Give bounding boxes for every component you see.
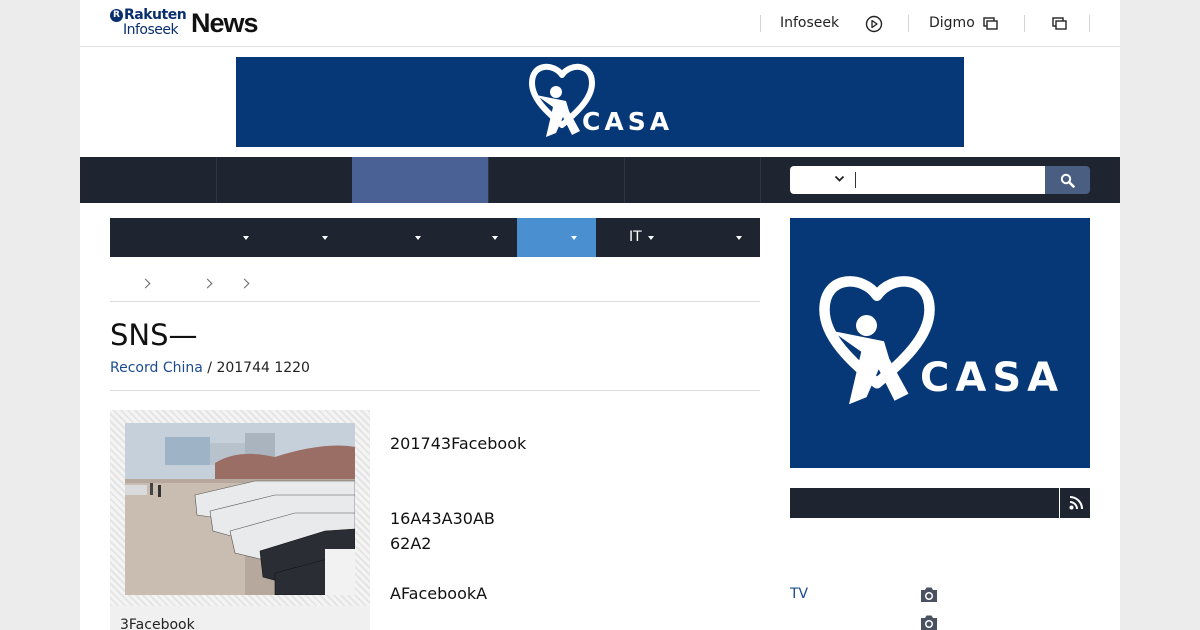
- article-byline: Record China / 201744 1220: [110, 360, 310, 376]
- casa-sidebar-ad[interactable]: CASA: [790, 218, 1090, 468]
- category-nav: [80, 157, 1120, 203]
- text-cursor: [855, 172, 856, 188]
- subcategory-nav: IT: [110, 218, 760, 257]
- dropdown-triangle-icon: [415, 236, 421, 240]
- external-window-icon[interactable]: [1052, 17, 1068, 31]
- header-divider: [1089, 15, 1090, 32]
- subnav-item-active[interactable]: [517, 218, 596, 257]
- rakuten-r-mark: R: [110, 9, 123, 22]
- camera-icon: [921, 587, 937, 602]
- article-title: SNS—: [110, 318, 198, 352]
- logo-rakuten-text: Rakuten: [124, 7, 187, 23]
- sidebar-link-tv[interactable]: TV: [790, 586, 808, 602]
- nav-item-active[interactable]: [352, 157, 489, 203]
- subnav-item[interactable]: [260, 218, 340, 257]
- search-icon: [1060, 173, 1075, 188]
- dropdown-triangle-icon: [492, 236, 498, 240]
- article-paragraph: 201743Facebook: [390, 434, 527, 453]
- header-divider: [760, 15, 761, 32]
- ranking-header-bar: [790, 488, 1090, 518]
- rakuten-infoseek-news-logo[interactable]: R Rakuten Infoseek News: [110, 7, 262, 40]
- photo-caption: 3Facebook: [120, 617, 195, 630]
- article-photo-parking-lot[interactable]: [125, 423, 355, 595]
- logo-news-text: News: [191, 8, 259, 38]
- article-paragraph: 16A43A30AB: [390, 509, 495, 528]
- camera-icon: [921, 615, 937, 630]
- article-photo-frame: [110, 410, 370, 606]
- play-circle-icon[interactable]: [865, 15, 883, 33]
- breadcrumb-chevron-icon: [202, 278, 213, 289]
- subnav-label-it: IT: [629, 229, 642, 245]
- nav-item[interactable]: [624, 157, 761, 203]
- header-link-infoseek[interactable]: Infoseek: [780, 15, 839, 31]
- subnav-item[interactable]: [425, 218, 517, 257]
- chevron-down-icon[interactable]: [834, 175, 845, 183]
- divider: [110, 390, 760, 391]
- article-source-link[interactable]: Record China: [110, 360, 203, 376]
- dropdown-triangle-icon: [322, 236, 328, 240]
- search-input[interactable]: [790, 166, 1045, 194]
- dropdown-triangle-icon: [571, 236, 577, 240]
- article-date: 201744 1220: [216, 360, 310, 376]
- header-divider: [908, 15, 909, 32]
- dropdown-triangle-icon: [736, 236, 742, 240]
- subnav-item[interactable]: [110, 218, 260, 257]
- divider: [110, 301, 760, 302]
- dropdown-triangle-icon: [648, 236, 654, 240]
- subnav-item[interactable]: [340, 218, 425, 257]
- nav-item[interactable]: [80, 157, 217, 203]
- rss-icon: [1069, 496, 1083, 510]
- nav-item[interactable]: [216, 157, 353, 203]
- external-window-icon[interactable]: [983, 17, 999, 31]
- subnav-item[interactable]: [661, 218, 760, 257]
- banner-brand-text: CASA: [582, 107, 674, 136]
- breadcrumb-chevron-icon: [239, 278, 250, 289]
- logo-infoseek-text: Infoseek: [123, 22, 179, 38]
- photo-caption-box: 3Facebook: [110, 606, 370, 630]
- search-button[interactable]: [1045, 166, 1090, 194]
- subnav-item-it[interactable]: IT: [596, 218, 661, 257]
- header-link-digmo[interactable]: Digmo: [929, 15, 975, 31]
- page: R Rakuten Infoseek News Infoseek Digmo C…: [80, 0, 1120, 630]
- casa-banner-ad[interactable]: CASA: [236, 57, 964, 147]
- header-divider: [1024, 15, 1025, 32]
- rss-button[interactable]: [1059, 488, 1091, 518]
- site-header: R Rakuten Infoseek News Infoseek Digmo: [80, 0, 1120, 47]
- article-paragraph: AFacebookA: [390, 584, 488, 603]
- nav-item[interactable]: [488, 157, 625, 203]
- article-paragraph: 62A2: [390, 534, 432, 553]
- dropdown-triangle-icon: [243, 236, 249, 240]
- breadcrumb-chevron-icon: [140, 278, 151, 289]
- sidebar-ad-brand-text: CASA: [920, 355, 1065, 401]
